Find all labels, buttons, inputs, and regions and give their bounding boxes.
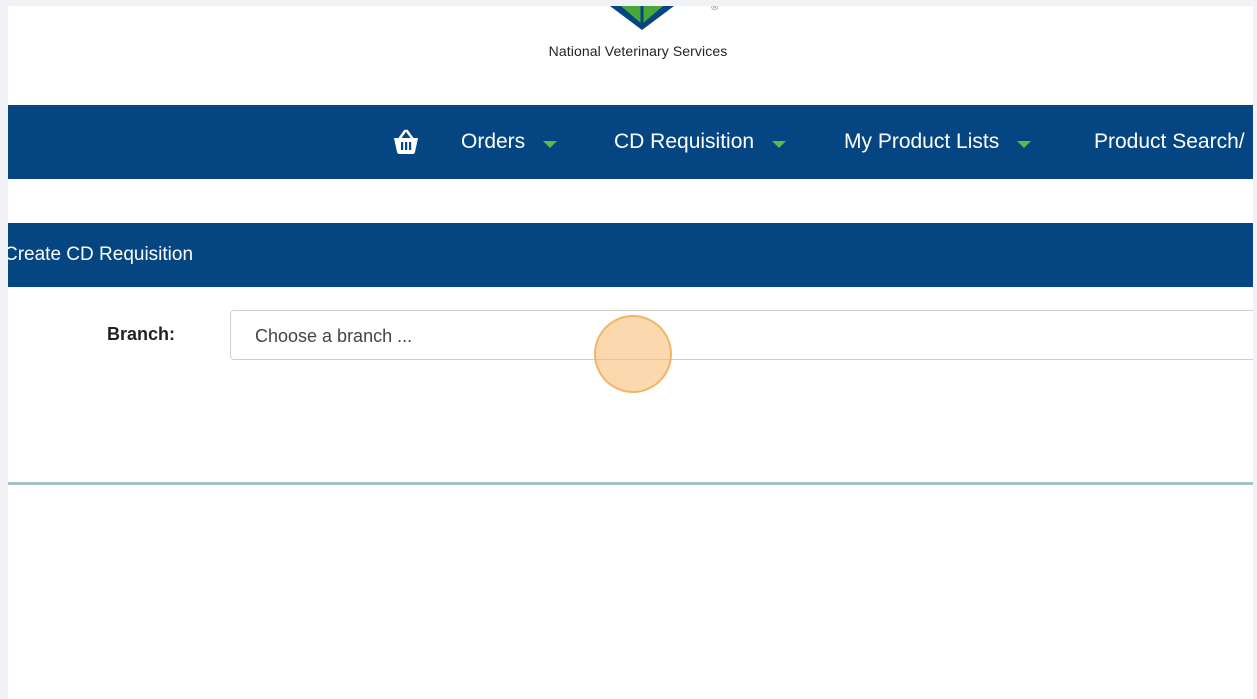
nav-orders-label: Orders	[461, 130, 526, 153]
chevron-down-icon	[772, 140, 787, 148]
main-navbar: Orders CD Requisition My Product Lists P…	[8, 105, 1253, 179]
branch-select-placeholder: Choose a branch ...	[255, 326, 413, 346]
nvs-logo-icon	[610, 6, 674, 30]
nav-product-search-label: Product Search/	[1094, 130, 1245, 153]
section-title: Create CD Requisition	[8, 244, 194, 265]
chevron-down-icon	[543, 140, 558, 148]
branch-label: Branch:	[107, 324, 176, 344]
nav-my-product-lists[interactable]: My Product Lists	[844, 105, 1032, 179]
section-header: Create CD Requisition	[8, 223, 1253, 287]
brand-name: National Veterinary Services	[548, 43, 728, 59]
nav-cd-requisition[interactable]: CD Requisition	[614, 105, 787, 179]
page-frame: ® National Veterinary Services Orders CD…	[8, 6, 1253, 699]
chevron-down-icon	[1017, 140, 1032, 148]
nav-orders[interactable]: Orders	[461, 105, 558, 179]
branch-select[interactable]: Choose a branch ...	[230, 310, 1253, 360]
nav-product-search[interactable]: Product Search/	[1094, 105, 1245, 179]
nav-my-product-lists-label: My Product Lists	[844, 130, 1000, 153]
header-logo-area: ® National Veterinary Services	[8, 6, 1253, 105]
nav-cd-requisition-label: CD Requisition	[614, 130, 755, 153]
section-divider	[8, 482, 1253, 485]
registered-mark: ®	[711, 6, 719, 13]
basket-icon[interactable]	[392, 129, 420, 155]
